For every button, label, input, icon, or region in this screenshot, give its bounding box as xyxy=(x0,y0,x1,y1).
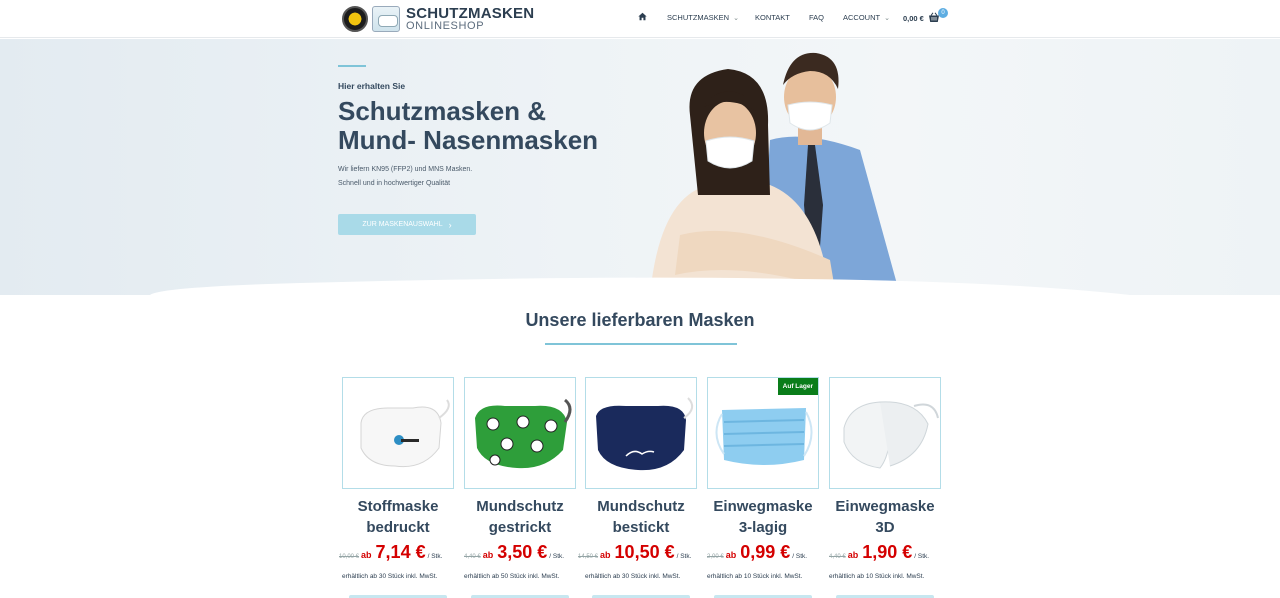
header-bar: SCHUTZMASKEN ONLINESHOP SCHUTZMASKEN ⌄ KO… xyxy=(0,0,1280,38)
product-note: erhältlich ab 30 Stück inkl. MwSt. xyxy=(342,573,438,580)
nav-schutzmasken-label: SCHUTZMASKEN xyxy=(667,13,730,22)
product-name[interactable]: Einwegmaske 3-lagig xyxy=(707,496,819,538)
hero-subtitle: Wir liefern KN95 (FFP2) und MNS Masken. … xyxy=(338,163,598,191)
product-name-line1: Mundschutz xyxy=(597,498,685,515)
product-image[interactable]: Auf Lager xyxy=(707,377,819,489)
product-name-line2: bedruckt xyxy=(366,519,430,536)
kn95-mask-image xyxy=(843,401,939,469)
product-name[interactable]: Einwegmaske 3D xyxy=(829,496,941,538)
knitted-mask-image xyxy=(475,398,572,469)
old-price: 4,40 € xyxy=(464,554,481,560)
current-price: 3,50 € xyxy=(497,542,548,562)
product-note: erhältlich ab 10 Stück inkl. MwSt. xyxy=(829,573,925,580)
product-price-row: 10,00 € ab 7,14 € / Stk. xyxy=(339,542,442,563)
product-name[interactable]: Mundschutz gestrickt xyxy=(464,496,576,538)
nav-kontakt[interactable]: KONTAKT xyxy=(755,13,790,22)
nav-kontakt-label: KONTAKT xyxy=(755,13,790,22)
product-card[interactable]: Mundschutz gestrickt 4,40 € ab 3,50 € / … xyxy=(464,377,582,598)
in-stock-badge: Auf Lager xyxy=(777,378,818,395)
current-price: 0,99 € xyxy=(740,542,791,562)
hero-subtitle-line1: Wir liefern KN95 (FFP2) und MNS Masken. xyxy=(338,166,473,173)
mask-selection-button[interactable]: ZUR MASKENAUSWAHL › xyxy=(338,214,476,235)
price-unit: / Stk. xyxy=(792,553,808,560)
nav-faq-label: FAQ xyxy=(809,13,825,22)
old-price: 10,00 € xyxy=(339,554,360,560)
price-prefix: ab xyxy=(847,550,859,560)
hero-title-line1: Schutzmasken & xyxy=(338,96,547,126)
nav-faq[interactable]: FAQ xyxy=(809,13,824,22)
price-unit: / Stk. xyxy=(427,553,443,560)
product-note: erhältlich ab 50 Stück inkl. MwSt. xyxy=(464,573,560,580)
mask-selection-button-label: ZUR MASKENAUSWAHL xyxy=(362,221,443,228)
section-title: Unsere lieferbaren Masken xyxy=(525,310,755,330)
price-unit: / Stk. xyxy=(676,553,692,560)
product-name-line1: Einwegmaske xyxy=(713,498,813,515)
mask-logo-icon xyxy=(372,6,400,32)
hero-people-image xyxy=(650,52,900,295)
product-price-row: 4,40 € ab 1,90 € / Stk. xyxy=(829,542,929,563)
product-name-line1: Einwegmaske xyxy=(835,498,935,515)
price-prefix: ab xyxy=(482,550,494,560)
home-icon[interactable] xyxy=(638,12,647,21)
product-card[interactable]: Auf Lager Einwegmaske 3-lagig 2,00 € ab … xyxy=(707,377,825,598)
current-price: 1,90 € xyxy=(862,542,913,562)
product-price-row: 2,00 € ab 0,99 € / Stk. xyxy=(707,542,807,563)
embroidered-mask-image xyxy=(596,397,694,471)
product-name-line2: bestickt xyxy=(612,519,670,536)
price-unit: / Stk. xyxy=(914,553,930,560)
hero-kicker: Hier erhalten Sie xyxy=(338,81,406,91)
product-note: erhältlich ab 10 Stück inkl. MwSt. xyxy=(707,573,803,580)
cart-count-badge: 0 xyxy=(938,8,948,18)
price-prefix: ab xyxy=(600,550,611,560)
old-price: 4,40 € xyxy=(829,554,846,560)
section-title-underline xyxy=(545,343,737,345)
old-price: 2,00 € xyxy=(707,554,724,560)
price-unit: / Stk. xyxy=(549,553,565,560)
old-price: 14,50 € xyxy=(578,554,599,560)
product-card[interactable]: Mundschutz bestickt 14,50 € ab 10,50 € /… xyxy=(578,377,703,598)
product-card[interactable]: Einwegmaske 3D 4,40 € ab 1,90 € / Stk. e… xyxy=(829,377,947,598)
product-note: erhältlich ab 30 Stück inkl. MwSt. xyxy=(585,573,681,580)
product-name[interactable]: Mundschutz bestickt xyxy=(585,496,697,538)
product-name-line2: gestrickt xyxy=(488,519,552,536)
nav-account[interactable]: ACCOUNT ⌄ xyxy=(843,13,890,22)
product-price-row: 14,50 € ab 10,50 € / Stk. xyxy=(578,542,691,563)
hero-banner: Hier erhalten Sie Schutzmasken & Mund- N… xyxy=(0,39,1280,295)
chevron-down-icon: ⌄ xyxy=(884,15,890,22)
logo-title: SCHUTZMASKEN xyxy=(406,5,535,22)
nav-schutzmasken[interactable]: SCHUTZMASKEN ⌄ xyxy=(667,13,739,22)
product-name-line2: 3D xyxy=(875,519,895,536)
current-price: 10,50 € xyxy=(614,542,675,562)
site-logo[interactable]: SCHUTZMASKEN ONLINESHOP xyxy=(342,4,534,34)
seal-icon xyxy=(342,6,368,32)
product-name-line1: Stoffmaske xyxy=(357,498,439,515)
hero-title: Schutzmasken & Mund- Nasenmasken xyxy=(338,97,638,155)
product-image[interactable] xyxy=(585,377,697,489)
nav-account-label: ACCOUNT xyxy=(843,13,881,22)
hero-wave-divider xyxy=(0,277,1280,305)
logo-subtitle: ONLINESHOP xyxy=(406,20,485,32)
product-name-line1: Mundschutz xyxy=(476,498,564,515)
hero-subtitle-line2: Schnell und in hochwertiger Qualität xyxy=(338,180,451,187)
product-image[interactable] xyxy=(342,377,454,489)
price-prefix: ab xyxy=(725,550,737,560)
product-price-row: 4,40 € ab 3,50 € / Stk. xyxy=(464,542,564,563)
product-card[interactable]: Stoffmaske bedruckt 10,00 € ab 7,14 € / … xyxy=(339,377,460,598)
printed-mask-image xyxy=(360,399,450,468)
logo-text: SCHUTZMASKEN ONLINESHOP xyxy=(406,6,534,32)
chevron-right-icon: › xyxy=(448,219,452,230)
product-image[interactable] xyxy=(829,377,941,489)
current-price: 7,14 € xyxy=(375,542,426,562)
product-name-line2: 3-lagig xyxy=(738,519,788,536)
price-prefix: ab xyxy=(361,550,372,560)
cart-total[interactable]: 0,00 € xyxy=(903,14,924,23)
product-name[interactable]: Stoffmaske bedruckt xyxy=(342,496,454,538)
hero-title-line2: Mund- Nasenmasken xyxy=(338,125,599,155)
hero-accent-line xyxy=(338,65,366,67)
product-image[interactable] xyxy=(464,377,576,489)
chevron-down-icon: ⌄ xyxy=(733,15,739,22)
